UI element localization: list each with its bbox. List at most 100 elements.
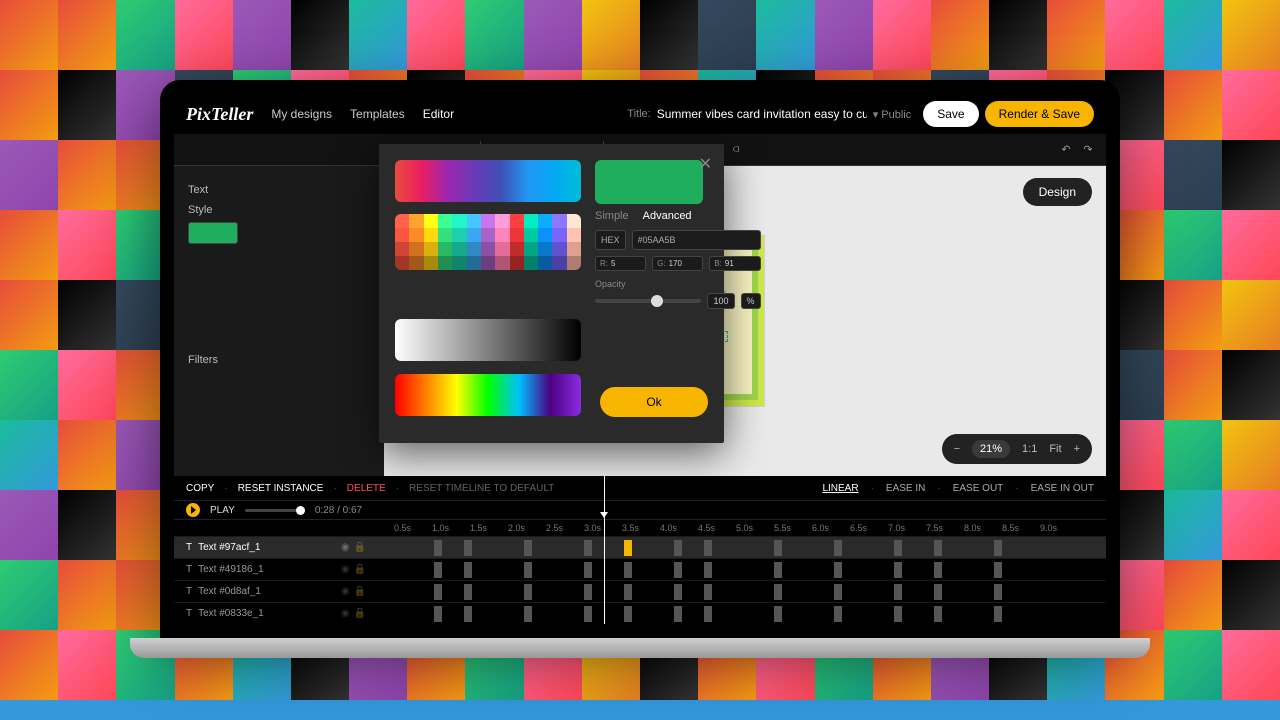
keyframe[interactable] [894,606,902,622]
title-input[interactable] [657,107,867,121]
visibility-icon[interactable]: ◉ [341,542,350,553]
b-input[interactable]: B:91 [709,256,760,271]
keyframe[interactable] [704,540,712,556]
keyframe[interactable] [524,540,532,556]
opacity-value[interactable]: 100 [707,293,734,309]
zoom-out-button[interactable]: − [954,443,960,455]
keyframe[interactable] [524,584,532,600]
keyframe[interactable] [464,584,472,600]
close-icon[interactable]: ✕ [699,154,712,174]
play-progress-slider[interactable] [245,509,305,512]
visibility-dropdown[interactable]: ▾ Public [873,108,912,121]
visibility-icon[interactable]: ◉ [341,608,350,619]
keyframe[interactable] [464,562,472,578]
fit-button[interactable]: Fit [1049,443,1061,455]
keyframe[interactable] [704,606,712,622]
keyframe[interactable] [774,584,782,600]
keyframe[interactable] [674,562,682,578]
keyframe[interactable] [934,584,942,600]
keyframe[interactable] [674,584,682,600]
keyframe[interactable] [834,562,842,578]
keyframe[interactable] [624,562,632,578]
keyframe[interactable] [834,584,842,600]
visibility-icon[interactable]: ◉ [341,586,350,597]
easing-ease-in-out[interactable]: EASE IN OUT [1031,483,1094,494]
style-color-chip[interactable] [188,222,238,244]
zoom-in-button[interactable]: + [1074,443,1080,455]
timeline-reset-instance[interactable]: RESET INSTANCE [238,483,324,494]
keyframe[interactable] [434,540,442,556]
zoom-percent[interactable]: 21% [972,440,1010,458]
keyframe[interactable] [434,562,442,578]
nav-editor[interactable]: Editor [423,107,454,121]
keyframe[interactable] [934,562,942,578]
lock-icon[interactable]: 🔒 [354,586,366,597]
keyframe[interactable] [524,606,532,622]
timeline-ruler[interactable]: 0.5s1.0s1.5s2.0s2.5s3.0s3.5s4.0s4.5s5.0s… [174,520,1106,536]
keyframe[interactable] [524,562,532,578]
keyframe[interactable] [584,606,592,622]
keyframe[interactable] [994,540,1002,556]
nav-templates[interactable]: Templates [350,107,405,121]
keyframe[interactable] [464,540,472,556]
align-bottom-icon[interactable]: ⫏ [728,142,744,158]
timeline-copy[interactable]: COPY [186,483,214,494]
keyframe[interactable] [624,584,632,600]
hex-input[interactable] [632,230,761,250]
keyframe[interactable] [894,562,902,578]
color-palette-1[interactable] [395,160,581,202]
play-button-icon[interactable] [186,503,200,517]
timeline-row[interactable]: TText #0d8af_1◉🔒 [174,580,1106,602]
render-save-button[interactable]: Render & Save [985,101,1094,127]
tab-simple[interactable]: Simple [595,210,629,222]
easing-ease-out[interactable]: EASE OUT [953,483,1004,494]
keyframe[interactable] [624,606,632,622]
easing-ease-in[interactable]: EASE IN [886,483,925,494]
keyframe[interactable] [584,540,592,556]
lock-icon[interactable]: 🔒 [354,608,366,619]
one-to-one-button[interactable]: 1:1 [1022,443,1037,455]
r-input[interactable]: R:5 [595,256,646,271]
opacity-slider[interactable] [595,299,701,303]
keyframe[interactable] [774,606,782,622]
timeline-delete[interactable]: DELETE [347,483,386,494]
visibility-icon[interactable]: ◉ [341,564,350,575]
ok-button[interactable]: Ok [600,387,708,417]
lock-icon[interactable]: 🔒 [354,542,366,553]
tab-advanced[interactable]: Advanced [643,210,692,222]
keyframe[interactable] [624,540,632,556]
keyframe[interactable] [994,562,1002,578]
lock-icon[interactable]: 🔒 [354,564,366,575]
keyframe[interactable] [994,606,1002,622]
color-palette-2[interactable] [395,214,581,270]
grayscale-palette[interactable] [395,319,581,361]
keyframe[interactable] [894,584,902,600]
timeline-row[interactable]: TText #49186_1◉🔒 [174,558,1106,580]
keyframe[interactable] [674,540,682,556]
keyframe[interactable] [894,540,902,556]
keyframe[interactable] [704,584,712,600]
keyframe[interactable] [704,562,712,578]
timeline-row[interactable]: TText #97acf_1◉🔒 [174,536,1106,558]
rainbow-palette[interactable] [395,374,581,416]
keyframe[interactable] [584,584,592,600]
keyframe[interactable] [834,606,842,622]
redo-icon[interactable]: ↷ [1080,142,1096,158]
g-input[interactable]: G:170 [652,256,703,271]
save-button[interactable]: Save [923,101,978,127]
keyframe[interactable] [774,540,782,556]
keyframe[interactable] [674,606,682,622]
easing-linear[interactable]: LINEAR [822,483,858,494]
keyframe[interactable] [934,540,942,556]
keyframe[interactable] [584,562,592,578]
keyframe[interactable] [434,606,442,622]
keyframe[interactable] [934,606,942,622]
design-button[interactable]: Design [1023,178,1092,206]
timeline-row[interactable]: TText #0833e_1◉🔒 [174,602,1106,624]
keyframe[interactable] [994,584,1002,600]
keyframe[interactable] [834,540,842,556]
keyframe[interactable] [434,584,442,600]
nav-my-designs[interactable]: My designs [271,107,332,121]
keyframe[interactable] [774,562,782,578]
keyframe[interactable] [464,606,472,622]
